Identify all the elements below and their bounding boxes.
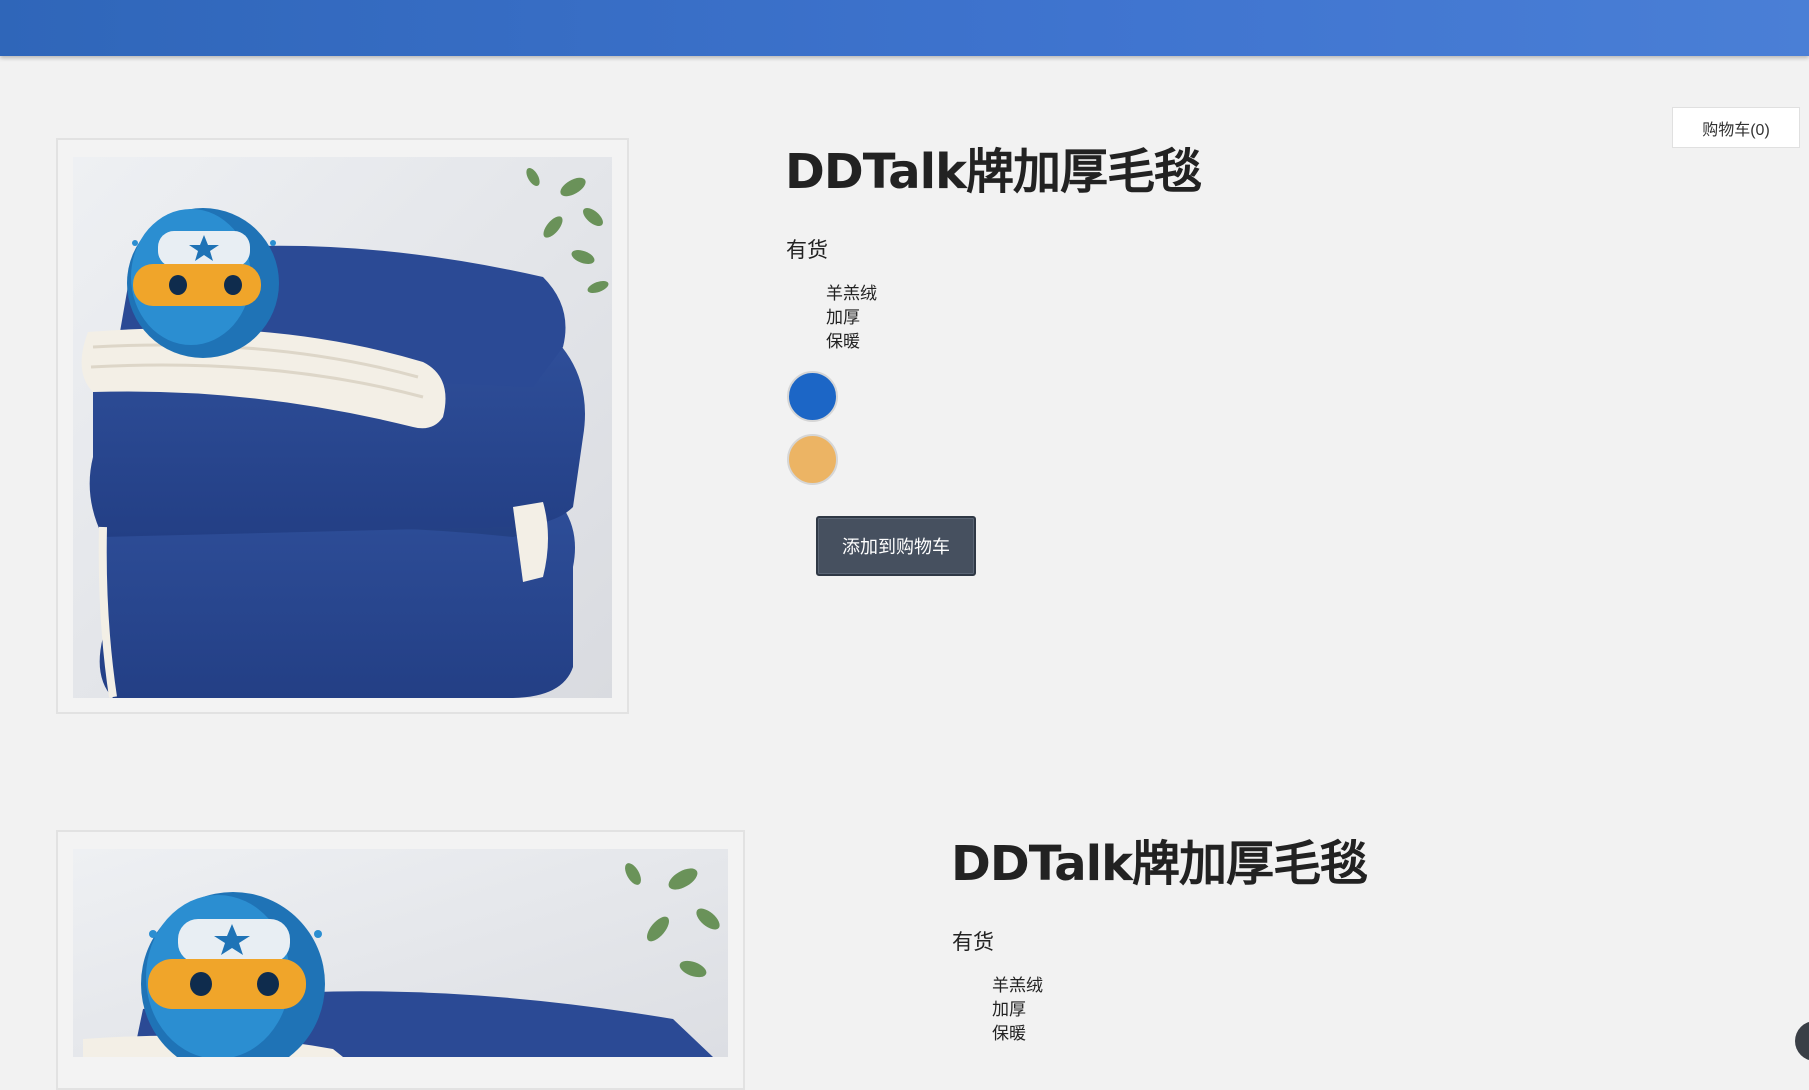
feature-item: 保暖 xyxy=(826,332,860,351)
feature-item: 加厚 xyxy=(826,308,860,327)
feature-list: 羊羔绒 加厚 保暖 xyxy=(992,974,1043,1046)
top-navigation-bar xyxy=(0,0,1809,56)
product-image[interactable] xyxy=(73,849,728,1057)
chat-widget-icon[interactable] xyxy=(1795,1021,1809,1061)
feature-item: 羊羔绒 xyxy=(826,284,877,303)
add-to-cart-button[interactable]: 添加到购物车 xyxy=(816,516,976,576)
product-title: DDTalk牌加厚毛毯 xyxy=(951,836,1368,892)
feature-item: 羊羔绒 xyxy=(992,976,1043,995)
feature-item: 保暖 xyxy=(992,1024,1026,1043)
product-image[interactable] xyxy=(73,157,612,698)
color-swatch-blue[interactable] xyxy=(787,371,838,422)
feature-list: 羊羔绒 加厚 保暖 xyxy=(826,282,877,354)
cart-button[interactable]: 购物车(0) xyxy=(1672,107,1800,148)
stock-status: 有货 xyxy=(786,239,828,262)
color-swatch-orange[interactable] xyxy=(787,434,838,485)
stock-status: 有货 xyxy=(952,931,994,954)
feature-item: 加厚 xyxy=(992,1000,1026,1019)
product-title: DDTalk牌加厚毛毯 xyxy=(785,144,1202,200)
ninja-mascot-icon xyxy=(127,208,279,358)
